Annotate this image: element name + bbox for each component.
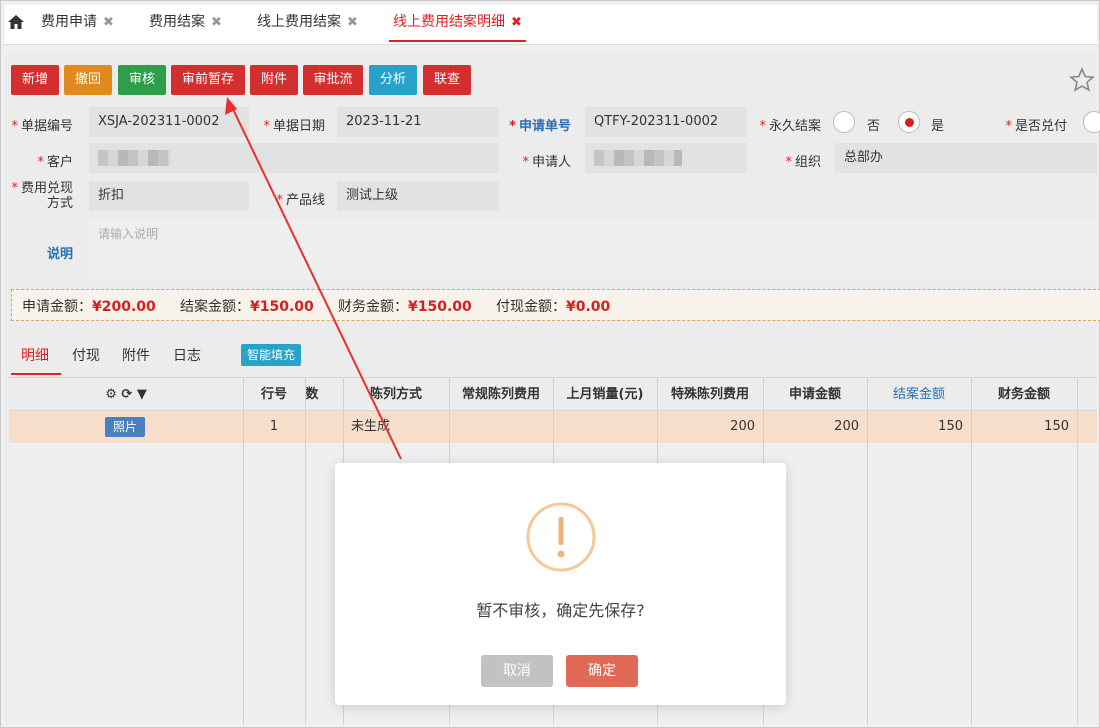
col-row-no: 行号 [260, 387, 287, 402]
doc-no-field[interactable]: XSJA-202311-0002 [89, 107, 249, 137]
cell-display-method: 未生成 [351, 419, 391, 434]
cancel-button[interactable]: 取消 [481, 655, 553, 687]
col-display-method: 陈列方式 [369, 387, 422, 402]
grid-divider [867, 377, 868, 725]
customer-label: * 客户 [37, 155, 73, 170]
refresh-icon[interactable]: ⟳ [121, 387, 132, 402]
subtab-cash[interactable]: 付现 [72, 345, 100, 365]
dialog-message: 暂不审核，确定先保存? [476, 601, 645, 620]
photo-button[interactable]: 照片 [105, 417, 145, 437]
cell-row-no: 1 [269, 419, 279, 434]
desc-label: 说明 [46, 247, 73, 262]
close-icon[interactable]: ✖ [511, 13, 522, 33]
close-icon[interactable]: ✖ [103, 13, 114, 33]
radio-no[interactable] [833, 111, 855, 133]
filter-icon[interactable]: ▼ [137, 387, 147, 402]
grid-tools: ⚙ ⟳ ▼ [9, 378, 243, 412]
apply-amount: 申请金额：¥200.00 [22, 299, 156, 315]
tab-online-expense-close-detail[interactable]: 线上费用结案明细 ✖ [389, 12, 526, 42]
settings-gear-icon[interactable]: ⚙ [105, 387, 117, 402]
pre-save-button[interactable]: 审前暂存 [171, 65, 245, 95]
org-label: * 组织 [785, 155, 821, 170]
grid-divider [243, 377, 244, 725]
subtab-active-indicator [11, 373, 61, 375]
linked-query-button[interactable]: 联查 [423, 65, 471, 95]
withdraw-button[interactable]: 撤回 [64, 65, 112, 95]
col-finance-amount: 财务金额 [997, 387, 1050, 402]
review-button[interactable]: 审核 [118, 65, 166, 95]
col-num: 数 [305, 387, 319, 402]
blurred-value [98, 149, 170, 166]
home-icon[interactable] [7, 13, 25, 31]
product-line-label: * 产品线 [276, 193, 325, 208]
finance-amount: 财务金额：¥150.00 [338, 299, 472, 315]
approval-flow-button[interactable]: 审批流 [303, 65, 363, 95]
close-amount: 结案金额：¥150.00 [180, 299, 314, 315]
radio-yes-label: 是 [931, 119, 945, 134]
method-label: * 费用兑现 方式 [11, 181, 73, 211]
apply-no-label: * 申请单号 [509, 119, 571, 134]
tab-expense-apply[interactable]: 费用申请 ✖ [41, 12, 114, 42]
subtab-detail[interactable]: 明细 [21, 345, 49, 365]
tab-bar: 费用申请 ✖ 费用结案 ✖ 线上费用结案 ✖ 线上费用结案明细 ✖ [5, 5, 1097, 45]
smart-fill-button[interactable]: 智能填充 [241, 344, 302, 366]
col-apply-amount: 申请金额 [788, 387, 841, 402]
close-icon[interactable]: ✖ [211, 13, 222, 33]
doc-date-field[interactable]: 2023-11-21 [337, 107, 499, 137]
new-button[interactable]: 新增 [11, 65, 59, 95]
tab-online-expense-close[interactable]: 线上费用结案 ✖ [257, 12, 358, 42]
product-line-field[interactable]: 测试上级 [337, 181, 499, 211]
grid-divider [971, 377, 972, 725]
col-last-sales: 上月销量(元) [566, 387, 644, 402]
col-special-fee: 特殊陈列费用 [670, 387, 749, 402]
col-regular-fee: 常规陈列费用 [461, 387, 540, 402]
doc-date-label: * 单据日期 [263, 119, 325, 134]
doc-no-label: * 单据编号 [11, 119, 73, 134]
cell-special-fee: 200 [730, 419, 755, 434]
confirm-dialog: 暂不审核，确定先保存? 取消 确定 [335, 463, 786, 705]
apply-no-field[interactable]: QTFY-202311-0002 [585, 107, 747, 137]
cell-apply-amount: 200 [834, 419, 859, 434]
radio-cash[interactable] [1083, 111, 1100, 133]
warning-icon [526, 502, 596, 572]
amount-summary: 申请金额：¥200.00 结案金额：¥150.00 财务金额：¥150.00 付… [11, 289, 1100, 321]
org-field[interactable]: 总部办 [835, 143, 1097, 173]
blurred-value [594, 149, 682, 166]
subtab-attachment[interactable]: 附件 [122, 345, 150, 365]
col-close-amount: 结案金额 [892, 387, 945, 402]
grid-divider [1077, 377, 1078, 725]
cash-amount: 付现金额：¥0.00 [496, 299, 611, 315]
subtab-log[interactable]: 日志 [173, 345, 201, 365]
grid-divider [305, 377, 306, 725]
app-frame: 费用申请 ✖ 费用结案 ✖ 线上费用结案 ✖ 线上费用结案明细 ✖ 新增 撤回 审核 审… [0, 0, 1100, 728]
method-field[interactable]: 折扣 [89, 181, 249, 211]
desc-textarea[interactable]: 请输入说明 [89, 219, 1097, 279]
confirm-button[interactable]: 确定 [566, 655, 638, 687]
attachment-button[interactable]: 附件 [250, 65, 298, 95]
radio-no-label: 否 [867, 119, 881, 134]
applicant-label: * 申请人 [522, 155, 571, 170]
applicant-field[interactable] [585, 143, 747, 173]
close-icon[interactable]: ✖ [347, 13, 358, 33]
cell-close-amount: 150 [938, 419, 963, 434]
tab-expense-close[interactable]: 费用结案 ✖ [149, 12, 222, 42]
cell-finance-amount: 150 [1044, 419, 1069, 434]
cash-label: * 是否兑付 [1005, 119, 1067, 134]
customer-field[interactable] [89, 143, 499, 173]
permanent-close-label: * 永久结案 [759, 119, 821, 134]
favorite-star-icon[interactable] [1069, 67, 1095, 93]
radio-yes[interactable] [898, 111, 920, 133]
analyze-button[interactable]: 分析 [369, 65, 417, 95]
